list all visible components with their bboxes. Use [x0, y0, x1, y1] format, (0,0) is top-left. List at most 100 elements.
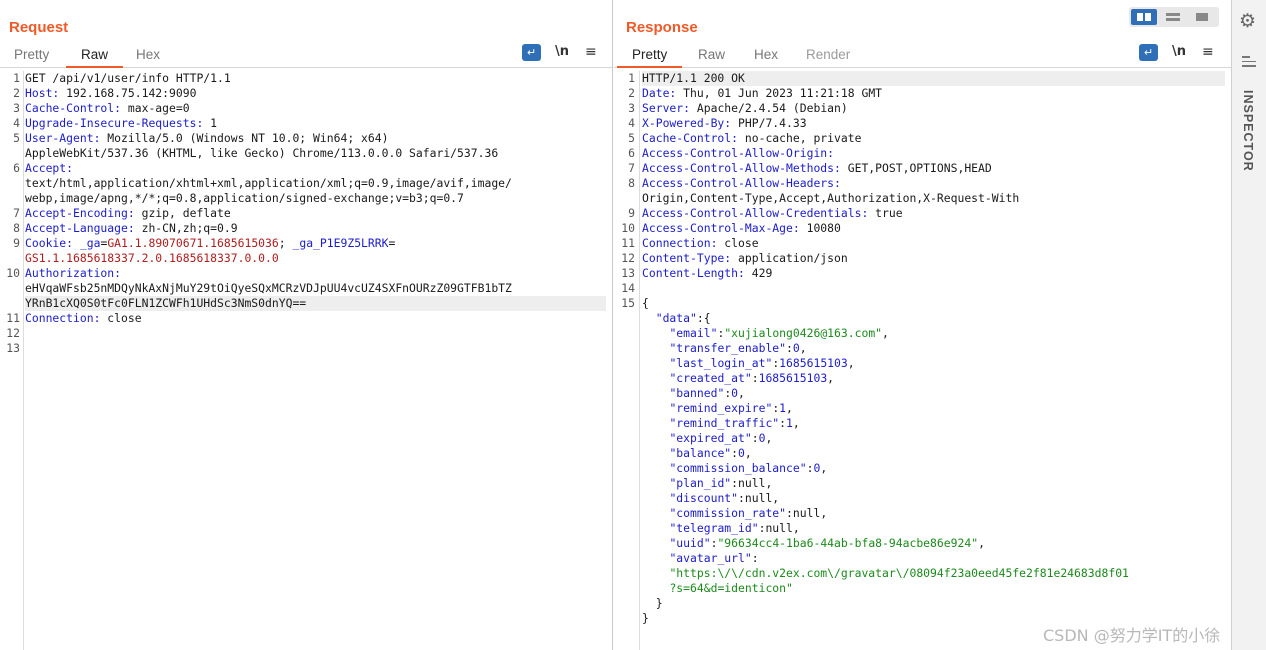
response-title: Response: [626, 19, 698, 36]
code-token: "discount": [669, 491, 739, 505]
tab-raw[interactable]: Raw: [698, 47, 725, 62]
line-number: 8: [628, 176, 635, 190]
tab-raw[interactable]: Raw: [65, 47, 124, 68]
newline-toggle-icon[interactable]: \n: [1172, 44, 1186, 59]
code-line: "created_at":1685615103,: [642, 371, 1225, 386]
response-editor[interactable]: 1 HTTP/1.1 200 OK 2 Date: Thu, 01 Jun 2023 …: [614, 71, 1231, 650]
line-number: 1: [628, 71, 635, 85]
code-token: :null,: [731, 476, 773, 490]
code-line: "plan_id":null,: [642, 476, 1225, 491]
code-line: Access-Control-Allow-Methods: GET,POST,O…: [642, 161, 1225, 176]
code-token: ,: [765, 431, 773, 445]
code-token: Access-Control-Allow-Headers:: [642, 176, 841, 190]
code-token: max-age=0: [121, 101, 190, 115]
inspector-sidebar[interactable]: ⚙ INSPECTOR: [1231, 0, 1266, 650]
gear-icon[interactable]: ⚙: [1239, 10, 1256, 33]
code-token: User-Agent:: [25, 131, 101, 145]
code-line: Host: 192.168.75.142:9090: [25, 86, 606, 101]
menu-icon[interactable]: ≡: [585, 44, 597, 60]
code-token: Accept-Encoding:: [25, 206, 135, 220]
tab-pretty[interactable]: Pretty: [14, 47, 49, 62]
code-token: "expired_at": [669, 431, 752, 445]
line-number: 4: [628, 116, 635, 130]
code-line: "remind_traffic":1,: [642, 416, 1225, 431]
code-line: Accept-Language: zh-CN,zh;q=0.9: [25, 221, 606, 236]
code-token: Accept-Language:: [25, 221, 135, 235]
code-line: "commission_rate":null,: [642, 506, 1225, 521]
code-token: Accept:: [25, 161, 74, 175]
tab-render[interactable]: Render: [806, 47, 850, 62]
response-pane: Response Pretty Raw Hex Render ↵ \n ≡ 1H…: [614, 0, 1231, 650]
code-line: "https:\/\/cdn.v2ex.com\/gravatar\/08094…: [642, 566, 1225, 581]
code-token: AppleWebKit/537.36 (KHTML, like Gecko) C…: [25, 146, 499, 160]
code-token: Host:: [25, 86, 60, 100]
code-token: Server:: [642, 101, 691, 115]
code-token: 1: [203, 116, 218, 130]
line-number: 4: [13, 116, 20, 130]
code-line: "avatar_url":: [642, 551, 1225, 566]
code-token: "transfer_enable": [669, 341, 787, 355]
layout-side-by-side-button[interactable]: [1131, 9, 1157, 25]
code-token: :null,: [758, 521, 800, 535]
code-token: Thu, 01 Jun 2023 11:21:18 GMT: [676, 86, 883, 100]
line-number: 10: [621, 221, 635, 235]
code-line: X-Powered-By: PHP/7.4.33: [642, 116, 1225, 131]
code-token: Cache-Control:: [25, 101, 122, 115]
code-line: Access-Control-Allow-Headers:: [642, 176, 1225, 191]
code-line: ?s=64&d=identicon": [642, 581, 1225, 596]
code-line: Date: Thu, 01 Jun 2023 11:21:18 GMT: [642, 86, 1225, 101]
inspector-label[interactable]: INSPECTOR: [1241, 90, 1255, 172]
code-token: Upgrade-Insecure-Requests:: [25, 116, 204, 130]
wrap-lines-icon[interactable]: ↵: [1139, 44, 1158, 61]
code-token: 1: [786, 416, 793, 430]
line-number: 8: [13, 221, 20, 235]
line-number: 2: [13, 86, 20, 100]
code-token: "xujialong0426@163.com": [724, 326, 883, 340]
code-token: "commission_balance": [669, 461, 807, 475]
code-token: :: [786, 341, 793, 355]
tab-hex[interactable]: Hex: [136, 47, 160, 62]
layout-stacked-button[interactable]: [1160, 9, 1186, 25]
code-token: ,: [799, 341, 807, 355]
code-line: Access-Control-Allow-Origin:: [642, 146, 1225, 161]
line-number: 5: [628, 131, 635, 145]
code-line: Connection: close: [642, 236, 1225, 251]
code-token: "telegram_id": [669, 521, 759, 535]
code-token: ?s=64&d=identicon": [669, 581, 793, 595]
line-number: 3: [628, 101, 635, 115]
newline-toggle-icon[interactable]: \n: [555, 44, 569, 59]
wrap-lines-icon[interactable]: ↵: [522, 44, 541, 61]
code-token: GS1.1.1685618337.2.0.1685618337.0.0.0: [25, 251, 279, 265]
menu-icon[interactable]: ≡: [1202, 44, 1214, 60]
code-token: Access-Control-Allow-Credentials:: [642, 206, 869, 220]
code-token: "remind_expire": [669, 401, 773, 415]
code-token: ;: [278, 236, 293, 250]
tab-pretty[interactable]: Pretty: [616, 47, 683, 68]
code-token: "uuid": [669, 536, 711, 550]
code-line: AppleWebKit/537.36 (KHTML, like Gecko) C…: [25, 146, 606, 161]
code-token: "email": [669, 326, 718, 340]
code-line: Accept:: [25, 161, 606, 176]
code-token: 1685615103: [779, 356, 848, 370]
code-token: Apache/2.4.54 (Debian): [690, 101, 848, 115]
line-number: 2: [628, 86, 635, 100]
inspector-lines-icon[interactable]: [1242, 56, 1256, 70]
line-number: 10: [6, 266, 20, 280]
layout-tabbed-button[interactable]: [1189, 9, 1215, 25]
code-line: Authorization:: [25, 266, 606, 281]
tab-hex[interactable]: Hex: [754, 47, 778, 62]
code-token: Authorization:: [25, 266, 122, 280]
code-token: GET /api/v1/user/info HTTP/1.1: [25, 71, 231, 85]
code-token: 10080: [799, 221, 841, 235]
code-line: HTTP/1.1 200 OK: [642, 71, 1225, 86]
gutter-divider: [639, 71, 640, 650]
code-token: X-Powered-By:: [642, 116, 732, 130]
code-token: Content-Type:: [642, 251, 732, 265]
code-token: text/html,application/xhtml+xml,applicat…: [25, 176, 512, 190]
request-editor[interactable]: 1 GET /api/v1/user/info HTTP/1.1 2 Host: 19…: [0, 71, 612, 650]
